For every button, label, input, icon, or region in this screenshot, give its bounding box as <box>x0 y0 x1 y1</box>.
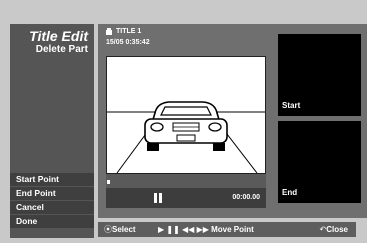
footer-bar: ⦿Select ▶ ❚❚ ◀◀ ▶▶ Move Point ↶Close <box>98 222 356 237</box>
end-point-button[interactable]: End Point <box>10 187 94 200</box>
select-hint[interactable]: ⦿Select <box>104 222 136 237</box>
end-label: End <box>282 188 298 197</box>
progress-bar[interactable] <box>106 174 266 188</box>
start-label: Start <box>282 101 301 110</box>
title-edit-screen: Title Edit Delete Part Start Point End P… <box>0 0 367 243</box>
preview-panel: TITLE 1 15/05 0:35:42 00:00.00 <box>98 24 273 218</box>
car-illustration <box>107 101 265 174</box>
close-hint[interactable]: ↶Close <box>320 222 349 237</box>
select-icon: ⦿ <box>104 225 112 234</box>
close-label: Close <box>326 225 348 234</box>
play-icon: ▶ <box>158 225 165 234</box>
video-preview <box>106 56 266 174</box>
title-icon <box>106 28 112 35</box>
progress-marker[interactable] <box>107 180 110 184</box>
right-panel: Start End <box>273 24 367 218</box>
title-datetime: 15/05 0:35:42 <box>106 39 150 46</box>
move-point-hint[interactable]: ▶ ❚❚ ◀◀ ▶▶ Move Point <box>158 222 254 237</box>
time-code: 00:00.00 <box>232 194 260 201</box>
end-thumbnail: End <box>278 121 361 203</box>
move-point-label: Move Point <box>211 225 254 234</box>
left-panel: Title Edit Delete Part Start Point End P… <box>10 24 94 238</box>
screen-subtitle: Delete Part <box>35 44 88 55</box>
forward-icon: ▶▶ <box>196 225 209 234</box>
pause-icon[interactable] <box>154 193 162 203</box>
title-name: TITLE 1 <box>116 28 142 35</box>
playback-controls: 00:00.00 <box>106 188 266 208</box>
rewind-icon: ◀◀ <box>182 225 195 234</box>
select-label: Select <box>112 225 136 234</box>
screen-title: Title Edit <box>29 28 88 44</box>
pause-icon: ❚❚ <box>166 225 180 234</box>
cancel-button[interactable]: Cancel <box>10 201 94 214</box>
done-button[interactable]: Done <box>10 215 94 228</box>
start-point-button[interactable]: Start Point <box>10 173 94 186</box>
start-thumbnail: Start <box>278 34 361 116</box>
